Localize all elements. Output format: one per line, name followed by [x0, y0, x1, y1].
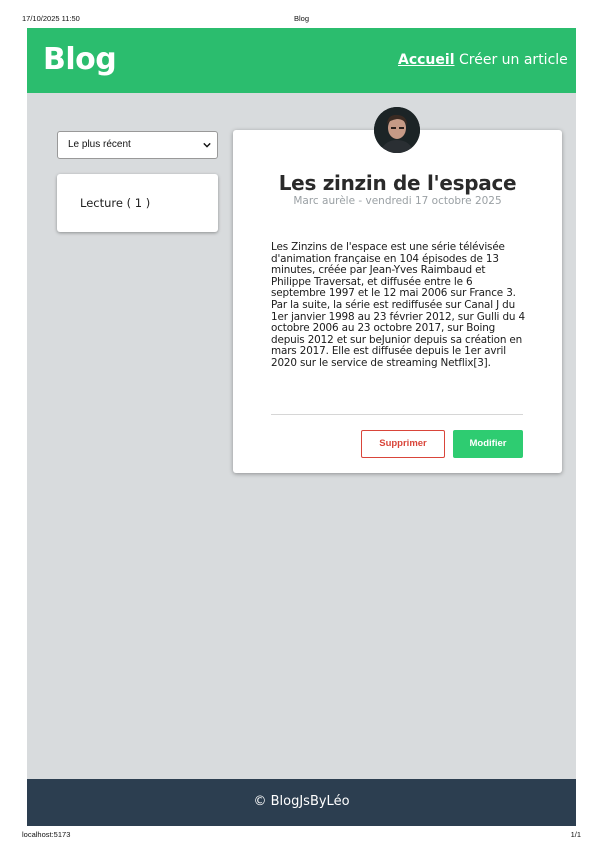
nav-link-create-article[interactable]: Créer un article: [459, 52, 568, 68]
article-meta: Marc aurèle - vendredi 17 octobre 2025: [293, 195, 502, 207]
delete-button[interactable]: Supprimer: [361, 430, 445, 458]
article-card: Les zinzin de l'espace Marc aurèle - ven…: [233, 107, 562, 473]
sort-select-value: Le plus récent: [68, 139, 131, 150]
print-header: 17/10/2025 11:50 Blog: [22, 14, 581, 24]
article-body: Les Zinzins de l'espace est une série té…: [271, 241, 525, 369]
edit-button[interactable]: Modifier: [453, 430, 523, 458]
tags-card: Lecture ( 1 ): [57, 174, 218, 232]
brand-logo[interactable]: Blog: [43, 42, 117, 77]
print-page-number: 1/1: [570, 830, 581, 839]
print-title: Blog: [293, 14, 309, 23]
footer: © BlogJsByLéo: [27, 779, 576, 826]
sort-select[interactable]: Le plus récent: [57, 131, 218, 159]
footer-copyright: © BlogJsByLéo: [253, 794, 350, 809]
print-footer: localhost:5173 1/1: [22, 830, 581, 840]
author-avatar: [374, 107, 420, 153]
print-url: localhost:5173: [22, 830, 71, 839]
article-title: Les zinzin de l'espace: [278, 171, 517, 195]
nav-link-accueil[interactable]: Accueil: [398, 52, 455, 68]
tag-item-lecture[interactable]: Lecture ( 1 ): [80, 196, 150, 210]
chevron-down-icon: [203, 142, 211, 148]
page: Blog Accueil Créer un article Le plus ré…: [27, 28, 576, 826]
divider: [271, 414, 523, 415]
navbar: Blog Accueil Créer un article: [27, 28, 576, 93]
